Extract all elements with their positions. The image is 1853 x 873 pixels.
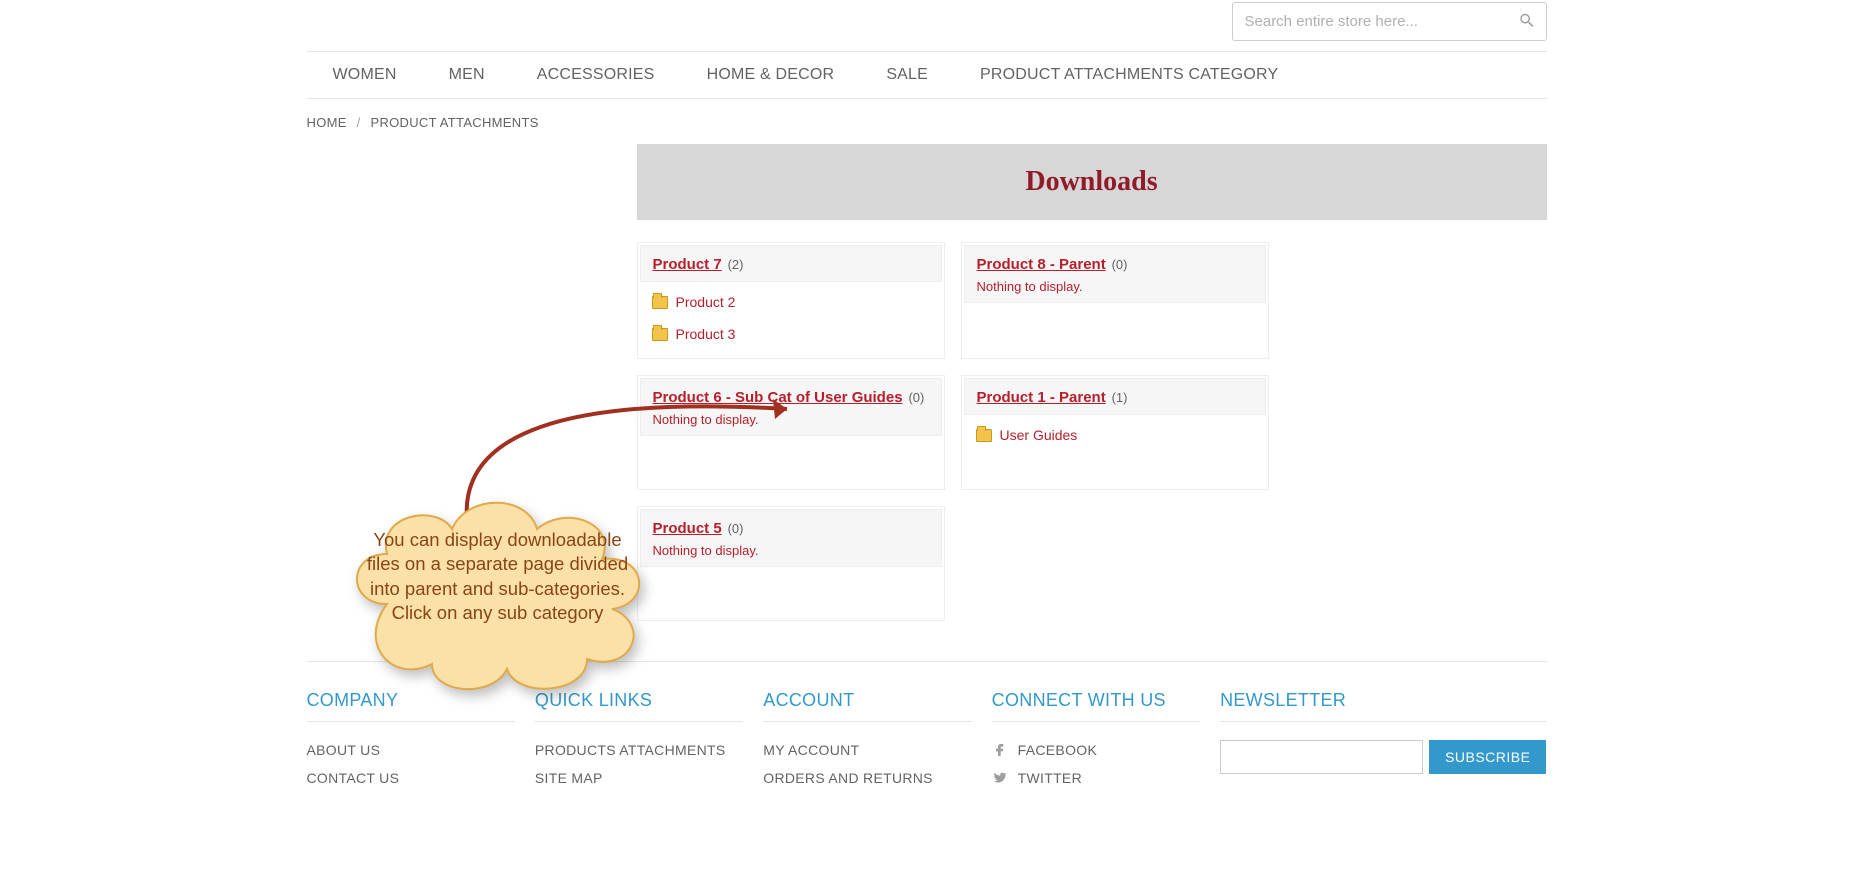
category-title[interactable]: Product 8 - Parent — [977, 256, 1106, 273]
search-icon — [1518, 11, 1536, 29]
footer-account-title: ACCOUNT — [763, 690, 971, 722]
category-card: Product 1 - Parent (1) User Guides — [961, 375, 1269, 490]
category-card: Product 5 (0) Nothing to display. — [637, 506, 945, 621]
category-count: (0) — [728, 521, 744, 536]
subcategory-label: User Guides — [1000, 427, 1078, 443]
subcategory-label: Product 3 — [676, 326, 736, 342]
category-count: (0) — [1112, 257, 1128, 272]
category-count: (1) — [1112, 390, 1128, 405]
main-nav: WOMEN MEN ACCESSORIES HOME & DECOR SALE … — [307, 51, 1547, 99]
nav-product-attachments[interactable]: PRODUCT ATTACHMENTS CATEGORY — [980, 66, 1278, 83]
footer-connect-title: CONNECT WITH US — [992, 690, 1200, 722]
breadcrumb-current: PRODUCT ATTACHMENTS — [370, 115, 538, 130]
search-input[interactable] — [1233, 3, 1546, 40]
category-empty-message: Nothing to display. — [653, 543, 929, 558]
twitter-icon — [992, 770, 1008, 786]
nav-accessories[interactable]: ACCESSORIES — [537, 66, 655, 83]
nav-women[interactable]: WOMEN — [333, 66, 397, 83]
footer-facebook[interactable]: FACEBOOK — [1018, 742, 1097, 758]
folder-icon — [652, 296, 668, 309]
nav-sale[interactable]: SALE — [886, 66, 928, 83]
subcategory-link[interactable]: User Guides — [976, 423, 1254, 447]
subscribe-button[interactable]: SUBSCRIBE — [1429, 740, 1546, 774]
category-title[interactable]: Product 5 — [653, 520, 722, 537]
page-title: Downloads — [647, 166, 1537, 198]
category-title[interactable]: Product 7 — [653, 256, 722, 273]
category-count: (2) — [728, 257, 744, 272]
breadcrumb: HOME / PRODUCT ATTACHMENTS — [307, 99, 1547, 144]
footer-site-map[interactable]: SITE MAP — [535, 770, 603, 786]
category-card: Product 8 - Parent (0) Nothing to display… — [961, 242, 1269, 359]
footer-my-account[interactable]: MY ACCOUNT — [763, 742, 859, 758]
footer-orders-returns[interactable]: ORDERS AND RETURNS — [763, 770, 933, 786]
footer-newsletter-title: NEWSLETTER — [1220, 690, 1546, 722]
category-empty-message: Nothing to display. — [977, 279, 1253, 294]
breadcrumb-home[interactable]: HOME — [307, 115, 347, 130]
search-button[interactable] — [1512, 5, 1542, 38]
footer-contact-us[interactable]: CONTACT US — [307, 770, 400, 786]
category-count: (0) — [908, 390, 924, 405]
search-box — [1232, 2, 1547, 41]
newsletter-input[interactable] — [1220, 740, 1423, 774]
folder-icon — [652, 328, 668, 341]
footer-about-us[interactable]: ABOUT US — [307, 742, 381, 758]
footer-twitter[interactable]: TWITTER — [1018, 770, 1082, 786]
category-title[interactable]: Product 6 - Sub Cat of User Guides — [653, 389, 903, 406]
category-title[interactable]: Product 1 - Parent — [977, 389, 1106, 406]
subcategory-label: Product 2 — [676, 294, 736, 310]
breadcrumb-separator: / — [357, 115, 361, 130]
subcategory-link[interactable]: Product 2 — [652, 290, 930, 322]
category-card: Product 6 - Sub Cat of User Guides (0) No… — [637, 375, 945, 490]
subcategory-link[interactable]: Product 3 — [652, 322, 930, 346]
footer-quicklinks-title: QUICK LINKS — [535, 690, 743, 722]
category-card: Product 7 (2) Product 2 Product 3 — [637, 242, 945, 359]
category-empty-message: Nothing to display. — [653, 412, 929, 427]
facebook-icon — [992, 742, 1008, 758]
nav-home-decor[interactable]: HOME & DECOR — [707, 66, 835, 83]
folder-icon — [976, 429, 992, 442]
footer-products-attachments[interactable]: PRODUCTS ATTACHMENTS — [535, 742, 726, 758]
nav-men[interactable]: MEN — [449, 66, 485, 83]
footer-company-title: COMPANY — [307, 690, 515, 722]
page-title-banner: Downloads — [637, 144, 1547, 220]
